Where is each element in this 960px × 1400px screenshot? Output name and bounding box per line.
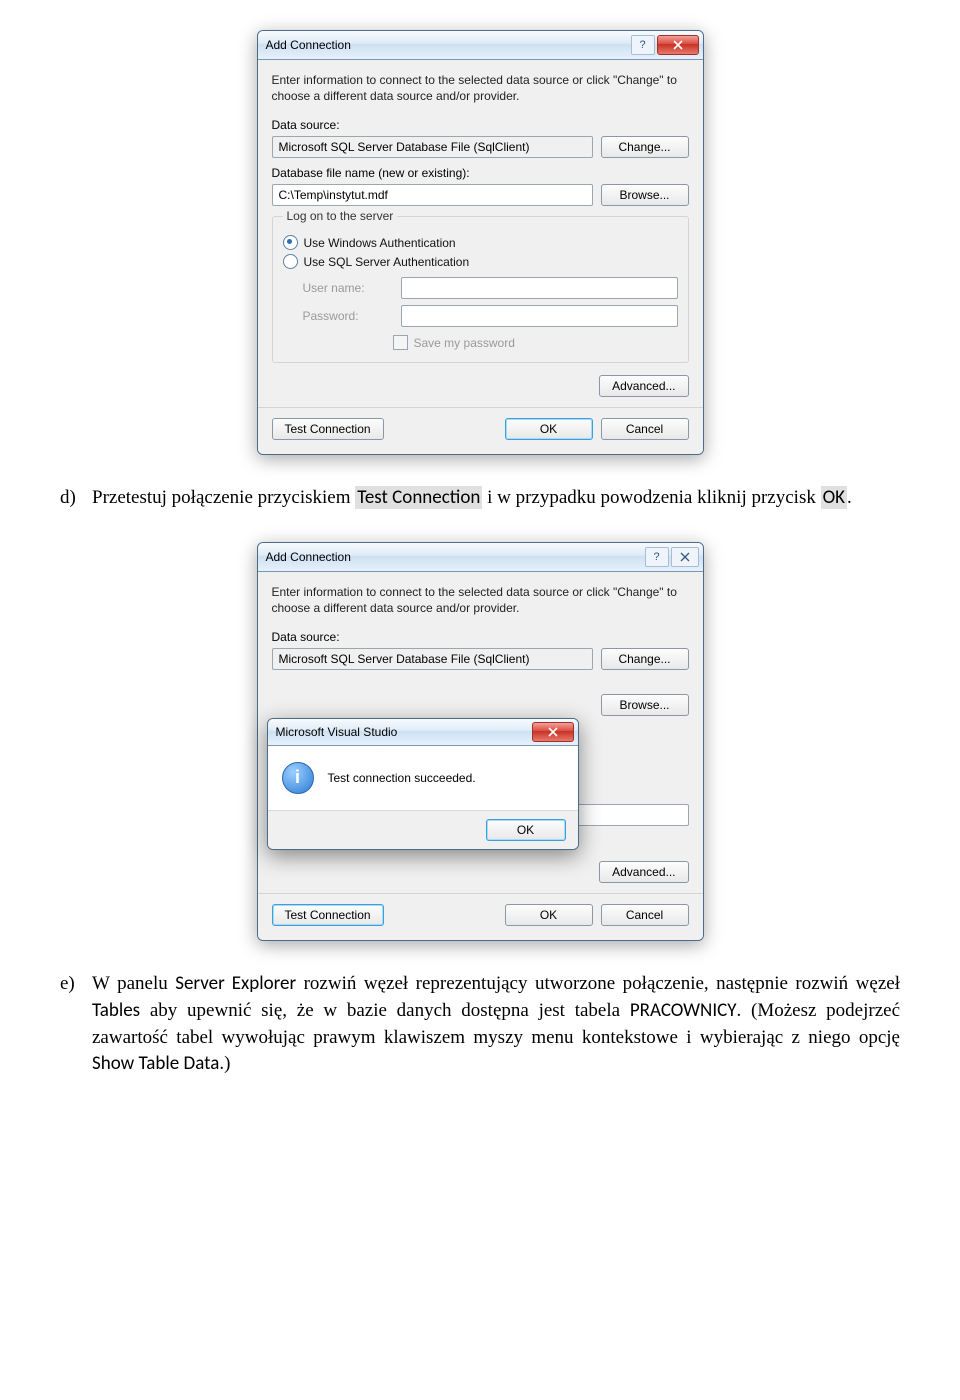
cancel-button-2[interactable]: Cancel xyxy=(601,904,689,926)
list-marker-d: d) xyxy=(60,485,82,512)
text-d-2: i w przypadku powodzenia kliknij przycis… xyxy=(482,487,820,508)
dialog2-info-text: Enter information to connect to the sele… xyxy=(272,584,689,616)
text-d-3: . xyxy=(847,487,852,508)
term-show-table-data: Show Table Data xyxy=(92,1052,219,1075)
dialog2-title: Add Connection xyxy=(266,550,645,564)
advanced-button[interactable]: Advanced... xyxy=(599,375,688,397)
cancel-button[interactable]: Cancel xyxy=(601,418,689,440)
save-password-label: Save my password xyxy=(414,336,515,350)
paragraph-d: d) Przetestuj połączenie przyciskiem Tes… xyxy=(60,485,900,512)
test-connection-button[interactable]: Test Connection xyxy=(272,418,384,440)
dialog-info-text: Enter information to connect to the sele… xyxy=(272,72,689,104)
term-pracownicy: PRACOWNICY xyxy=(630,999,737,1022)
data-source-field-2 xyxy=(272,648,593,670)
info-icon: i xyxy=(282,762,314,794)
term-server-explorer: Server Explorer xyxy=(175,972,296,995)
msgbox-close-icon[interactable] xyxy=(532,722,574,742)
advanced-button-2[interactable]: Advanced... xyxy=(599,861,688,883)
radio-windows-auth-label: Use Windows Authentication xyxy=(304,236,456,250)
dialog2-titlebar[interactable]: Add Connection ? xyxy=(258,543,703,572)
change-button-2[interactable]: Change... xyxy=(601,648,689,670)
term-tables: Tables xyxy=(92,999,140,1022)
paragraph-e: e) W panelu Server Explorer rozwiń węzeł… xyxy=(60,971,900,1077)
password-label: Password: xyxy=(303,309,393,323)
text-e-5: .) xyxy=(219,1053,230,1074)
ok-button[interactable]: OK xyxy=(505,418,593,440)
msgbox-body: Test connection succeeded. xyxy=(328,771,476,785)
hi-ok: OK xyxy=(821,486,847,509)
text-e-3: aby upewnić się, że w bazie danych dostę… xyxy=(140,1000,630,1021)
change-button[interactable]: Change... xyxy=(601,136,689,158)
db-file-label: Database file name (new or existing): xyxy=(272,166,689,180)
test-connection-button-2[interactable]: Test Connection xyxy=(272,904,384,926)
text-e-2: rozwiń węzeł reprezentujący utworzone po… xyxy=(296,973,900,994)
radio-sql-auth-label: Use SQL Server Authentication xyxy=(304,255,470,269)
msgbox-ok-button[interactable]: OK xyxy=(486,819,566,841)
msgbox-dialog: Microsoft Visual Studio i Test connectio… xyxy=(267,718,579,850)
username-field xyxy=(401,277,678,299)
browse-button-2[interactable]: Browse... xyxy=(601,694,689,716)
logon-group-title: Log on to the server xyxy=(283,209,398,223)
msgbox-title: Microsoft Visual Studio xyxy=(276,725,532,739)
dialog-titlebar[interactable]: Add Connection ? xyxy=(258,31,703,60)
text-e-1: W panelu xyxy=(92,973,175,994)
radio-windows-auth[interactable] xyxy=(283,235,298,250)
hi-test-connection: Test Connection xyxy=(355,486,482,509)
dialog-title: Add Connection xyxy=(266,38,631,52)
msgbox-titlebar[interactable]: Microsoft Visual Studio xyxy=(268,719,578,746)
text-d-1: Przetestuj połączenie przyciskiem xyxy=(92,487,355,508)
list-marker-e: e) xyxy=(60,971,82,1077)
close-icon[interactable] xyxy=(671,547,699,567)
password-field xyxy=(401,305,678,327)
add-connection-dialog: Add Connection ? Enter information to co… xyxy=(257,30,704,455)
logon-group: Log on to the server Use Windows Authent… xyxy=(272,216,689,363)
save-password-checkbox xyxy=(393,335,408,350)
data-source-label-2: Data source: xyxy=(272,630,689,644)
browse-button[interactable]: Browse... xyxy=(601,184,689,206)
help-icon[interactable]: ? xyxy=(645,547,669,567)
ok-button-2[interactable]: OK xyxy=(505,904,593,926)
data-source-label: Data source: xyxy=(272,118,689,132)
data-source-field xyxy=(272,136,593,158)
help-icon[interactable]: ? xyxy=(631,35,655,55)
db-file-field[interactable] xyxy=(272,184,593,206)
radio-sql-auth[interactable] xyxy=(283,254,298,269)
username-label: User name: xyxy=(303,281,393,295)
close-icon[interactable] xyxy=(657,35,699,55)
